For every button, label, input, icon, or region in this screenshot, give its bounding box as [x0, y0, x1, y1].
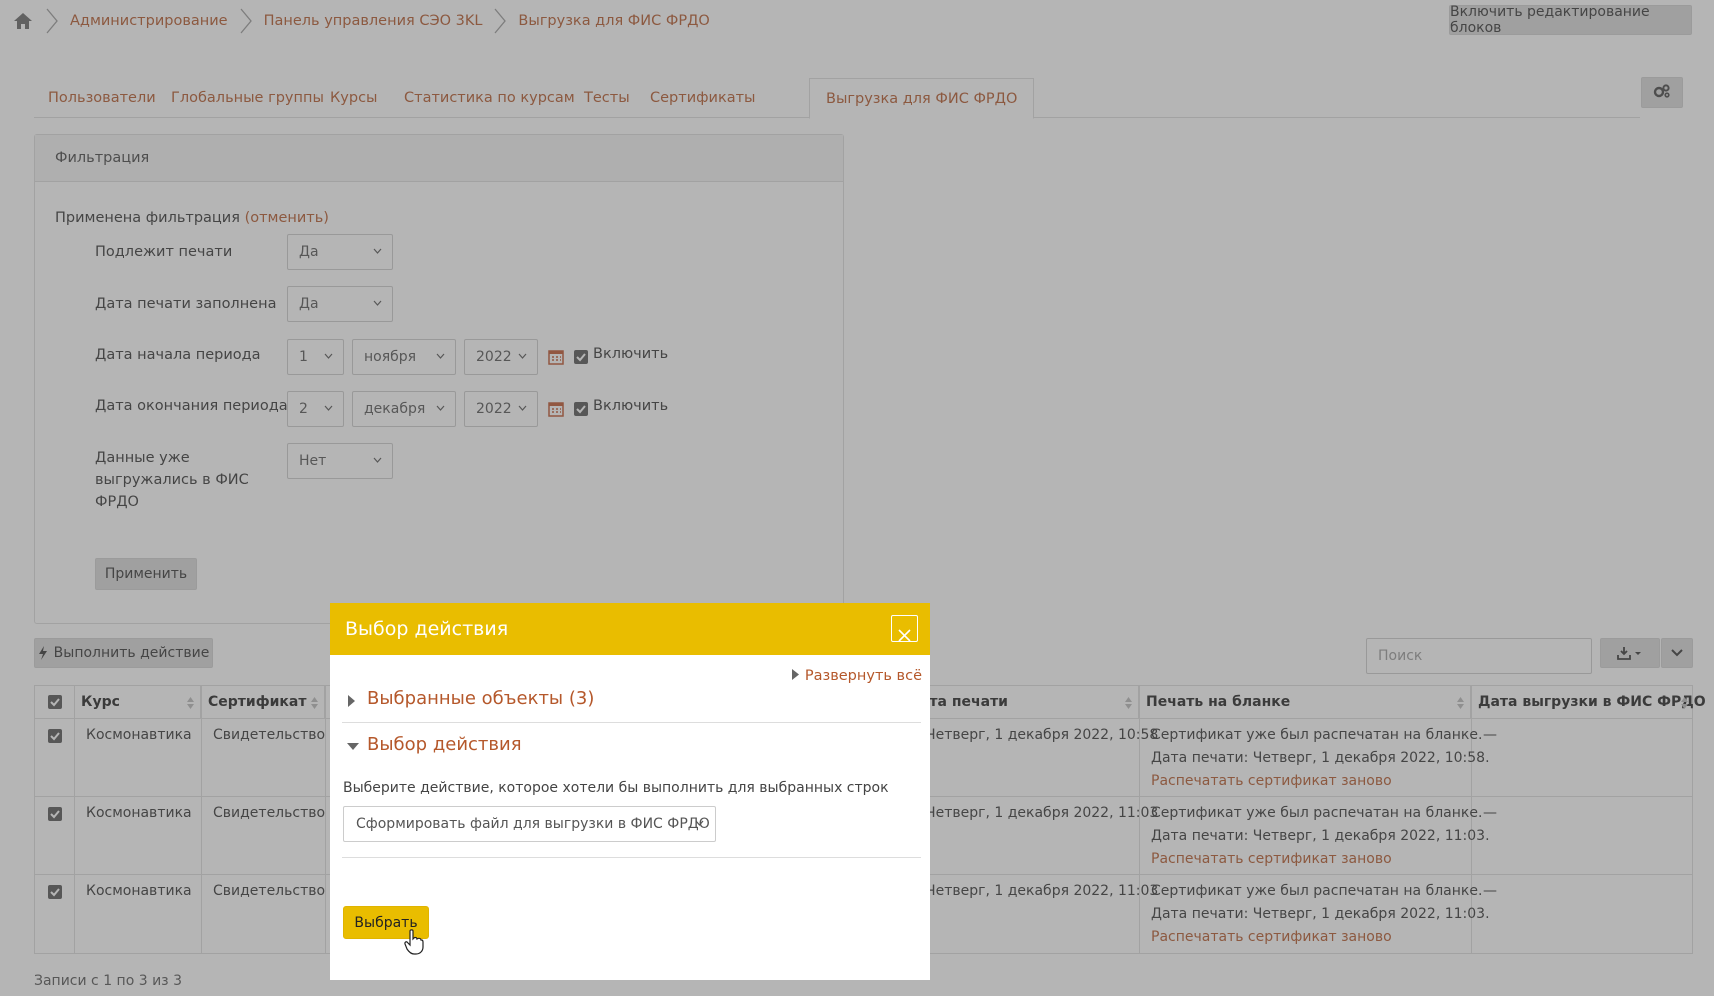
caret-down-icon — [347, 743, 359, 750]
chevron-down-icon — [695, 820, 704, 826]
dialog-description: Выберите действие, которое хотели бы вып… — [343, 780, 889, 796]
close-button[interactable] — [891, 615, 918, 642]
dialog-title: Выбор действия — [345, 618, 509, 640]
caret-right-icon — [348, 695, 355, 707]
action-choice-section[interactable]: Выбор действия — [367, 734, 522, 755]
caret-right-icon — [791, 669, 799, 680]
action-dialog: Выбор действия Развернуть всё Выбранные … — [330, 603, 930, 980]
expand-all-link[interactable]: Развернуть всё — [791, 668, 922, 684]
selected-objects-section[interactable]: Выбранные объекты (3) — [367, 688, 594, 709]
action-select[interactable]: Сформировать файл для выгрузки в ФИС ФРД… — [343, 806, 716, 842]
dialog-header: Выбор действия — [330, 603, 930, 655]
close-icon — [898, 629, 911, 642]
hand-cursor-icon — [404, 929, 424, 955]
